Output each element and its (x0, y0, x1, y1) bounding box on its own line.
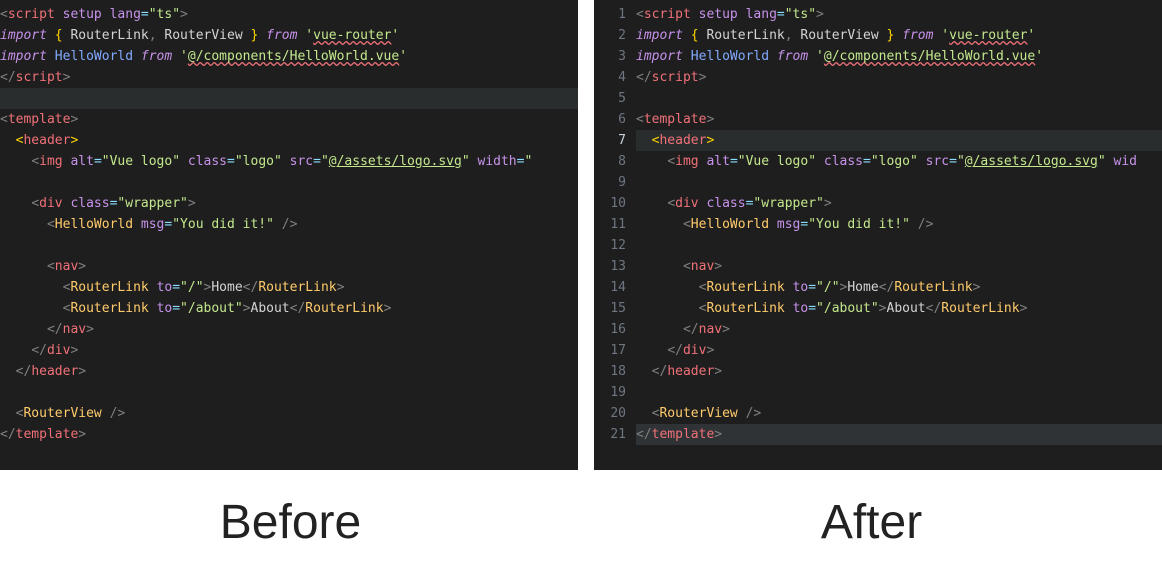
line-number: 19 (594, 382, 626, 403)
code-after[interactable]: <script setup lang="ts">import { RouterL… (636, 4, 1162, 445)
code-line[interactable]: <nav> (636, 256, 1162, 277)
code-line[interactable]: <template> (636, 109, 1162, 130)
code-line[interactable] (0, 382, 578, 403)
code-line[interactable]: </div> (0, 340, 578, 361)
code-line[interactable]: <div class="wrapper"> (636, 193, 1162, 214)
code-line[interactable]: </script> (0, 67, 578, 88)
line-number: 17 (594, 340, 626, 361)
line-number: 8 (594, 151, 626, 172)
code-line[interactable] (636, 172, 1162, 193)
line-number: 16 (594, 319, 626, 340)
code-line[interactable]: <script setup lang="ts"> (0, 4, 578, 25)
code-line[interactable]: <header> (0, 130, 578, 151)
code-line[interactable]: import { RouterLink, RouterView } from '… (636, 25, 1162, 46)
code-before[interactable]: <script setup lang="ts">import { RouterL… (0, 4, 578, 445)
code-line[interactable] (636, 235, 1162, 256)
code-line[interactable]: <img alt="Vue logo" class="logo" src="@/… (636, 151, 1162, 172)
line-number: 7 (594, 130, 626, 151)
line-number: 11 (594, 214, 626, 235)
line-number: 21 (594, 424, 626, 445)
code-line[interactable]: </div> (636, 340, 1162, 361)
line-number: 14 (594, 277, 626, 298)
code-line[interactable]: import HelloWorld from '@/components/Hel… (0, 46, 578, 67)
code-line[interactable]: </template> (0, 424, 578, 445)
code-line[interactable]: <nav> (0, 256, 578, 277)
panes-row: <script setup lang="ts">import { RouterL… (0, 0, 1162, 470)
code-line[interactable]: <HelloWorld msg="You did it!" /> (636, 214, 1162, 235)
line-number: 3 (594, 46, 626, 67)
code-line[interactable]: import { RouterLink, RouterView } from '… (0, 25, 578, 46)
code-area-before: <script setup lang="ts">import { RouterL… (0, 0, 578, 445)
editor-pane-after[interactable]: 123456789101112131415161718192021 <scrip… (594, 0, 1162, 470)
code-line[interactable]: <div class="wrapper"> (0, 193, 578, 214)
editor-pane-before[interactable]: <script setup lang="ts">import { RouterL… (0, 0, 578, 470)
code-line[interactable]: <template> (0, 109, 578, 130)
line-number: 6 (594, 109, 626, 130)
line-number: 10 (594, 193, 626, 214)
code-line[interactable]: <RouterView /> (0, 403, 578, 424)
code-line[interactable] (0, 235, 578, 256)
code-line[interactable]: </script> (636, 67, 1162, 88)
code-line[interactable]: <img alt="Vue logo" class="logo" src="@/… (0, 151, 578, 172)
code-line[interactable]: <RouterView /> (636, 403, 1162, 424)
code-line[interactable]: <RouterLink to="/about">About</RouterLin… (636, 298, 1162, 319)
line-number: 4 (594, 67, 626, 88)
line-number: 1 (594, 4, 626, 25)
code-line[interactable]: <RouterLink to="/">Home</RouterLink> (636, 277, 1162, 298)
code-line[interactable]: <RouterLink to="/about">About</RouterLin… (0, 298, 578, 319)
code-line[interactable]: <HelloWorld msg="You did it!" /> (0, 214, 578, 235)
code-line[interactable]: </nav> (636, 319, 1162, 340)
label-before: Before (0, 495, 581, 550)
code-line[interactable]: <header> (636, 130, 1162, 151)
code-line[interactable]: </template> (636, 424, 1162, 445)
code-line[interactable] (636, 382, 1162, 403)
code-line[interactable]: </nav> (0, 319, 578, 340)
label-after: After (581, 495, 1162, 550)
line-number-gutter: 123456789101112131415161718192021 (594, 4, 636, 445)
line-number: 5 (594, 88, 626, 109)
line-number: 20 (594, 403, 626, 424)
code-line[interactable]: import HelloWorld from '@/components/Hel… (636, 46, 1162, 67)
line-number: 18 (594, 361, 626, 382)
code-line[interactable]: <RouterLink to="/">Home</RouterLink> (0, 277, 578, 298)
line-number: 13 (594, 256, 626, 277)
code-line[interactable]: </header> (0, 361, 578, 382)
code-line[interactable] (0, 88, 578, 109)
line-number: 15 (594, 298, 626, 319)
line-number: 12 (594, 235, 626, 256)
labels-row: Before After (0, 470, 1162, 574)
code-line[interactable] (0, 172, 578, 193)
comparison-container: <script setup lang="ts">import { RouterL… (0, 0, 1162, 574)
code-line[interactable]: <script setup lang="ts"> (636, 4, 1162, 25)
code-area-after: 123456789101112131415161718192021 <scrip… (594, 0, 1162, 445)
code-line[interactable] (636, 88, 1162, 109)
line-number: 2 (594, 25, 626, 46)
code-line[interactable]: </header> (636, 361, 1162, 382)
line-number: 9 (594, 172, 626, 193)
